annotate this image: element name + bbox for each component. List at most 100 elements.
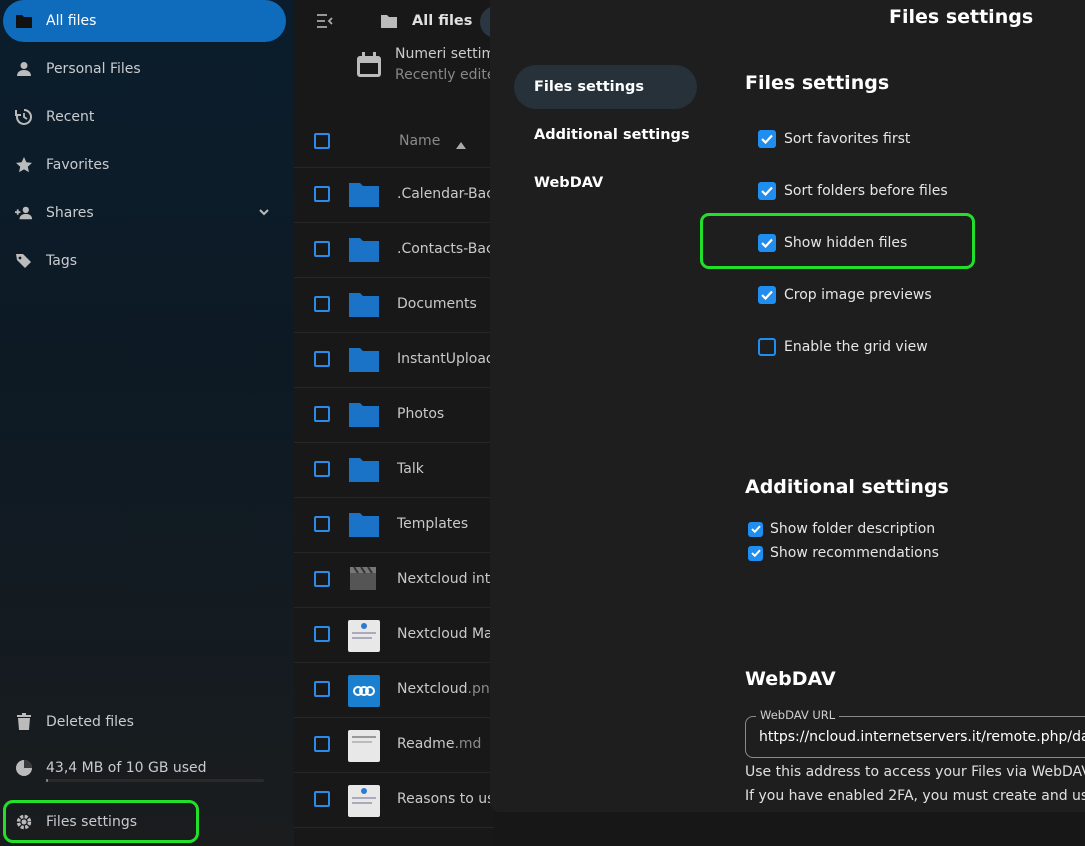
file-row[interactable]: Nextcloud.png (294, 663, 499, 718)
column-name-header[interactable]: Name (399, 133, 440, 149)
file-row[interactable]: InstantUpload (294, 333, 495, 388)
nav-quota: 43,4 MB of 10 GB used (0, 747, 286, 789)
checkbox-label: Sort folders before files (784, 183, 948, 199)
file-name[interactable]: Reasons to use (397, 791, 503, 807)
tag-icon (15, 252, 33, 270)
highlight-outline (700, 213, 975, 269)
row-select-checkbox[interactable] (314, 791, 330, 807)
file-basename: Nextcloud intr (397, 571, 496, 587)
person-icon (15, 60, 33, 78)
file-name[interactable]: .Contacts-Back (397, 241, 502, 257)
video-icon (348, 565, 380, 597)
file-row[interactable]: .Calendar-Bac (294, 168, 494, 223)
webdav-url-field[interactable]: WebDAV URL https://ncloud.internetserver… (745, 708, 1085, 758)
file-list: All files Numeri settim Recently edite N… (294, 0, 503, 846)
file-name[interactable]: Nextcloud intr (397, 571, 496, 587)
file-row[interactable]: Nextcloud Ma (294, 608, 494, 663)
nav-tags[interactable]: Tags (0, 240, 286, 282)
checkbox-label: Sort favorites first (784, 131, 911, 147)
file-row[interactable]: Nextcloud intr (294, 553, 496, 608)
nav-recent[interactable]: Recent (0, 96, 286, 138)
file-row[interactable]: Talk (294, 443, 494, 498)
checkbox-enable-grid-view[interactable]: Enable the grid view (758, 338, 928, 356)
document-icon (348, 785, 380, 817)
checkbox-checked-icon (758, 130, 776, 148)
row-select-checkbox[interactable] (314, 186, 330, 202)
checkbox-checked-icon (758, 286, 776, 304)
file-row[interactable]: .Contacts-Back (294, 223, 502, 278)
checkbox-show-recommendations[interactable]: Show recommendations (748, 545, 939, 561)
file-name[interactable]: .Calendar-Bac (397, 186, 494, 202)
row-select-checkbox[interactable] (314, 736, 330, 752)
row-select-checkbox[interactable] (314, 681, 330, 697)
file-name[interactable]: Nextcloud.png (397, 681, 499, 697)
section-title-files-settings: Files settings (745, 72, 890, 94)
file-name[interactable]: Photos (397, 406, 444, 422)
row-select-checkbox[interactable] (314, 571, 330, 587)
text-file-icon (348, 730, 380, 762)
settings-nav-webdav[interactable]: WebDAV (514, 161, 697, 205)
file-row[interactable]: Photos (294, 388, 494, 443)
file-row[interactable]: Reasons to use (294, 773, 503, 828)
settings-nav-label: Files settings (534, 79, 644, 95)
sort-ascending-icon[interactable] (456, 137, 466, 153)
file-basename: Nextcloud Ma (397, 626, 493, 642)
file-basename: Nextcloud (397, 681, 468, 697)
file-row[interactable]: Readme.md (294, 718, 494, 773)
file-name[interactable]: Templates (397, 516, 468, 532)
chevron-down-icon[interactable] (258, 206, 270, 222)
recommendation-card[interactable]: Numeri settim Recently edite (354, 46, 496, 90)
file-name[interactable]: InstantUpload (397, 351, 495, 367)
checkbox-label: Enable the grid view (784, 339, 928, 355)
file-name[interactable]: Documents (397, 296, 477, 312)
settings-nav-label: WebDAV (534, 175, 604, 191)
select-all-checkbox[interactable] (314, 133, 330, 149)
nav-label: Recent (46, 109, 95, 125)
file-row[interactable]: Templates (294, 498, 494, 553)
row-select-checkbox[interactable] (314, 296, 330, 312)
row-select-checkbox[interactable] (314, 516, 330, 532)
folder-icon (348, 345, 380, 377)
nav-shares[interactable]: Shares (0, 192, 286, 234)
nav-all-files[interactable]: All files (3, 0, 286, 42)
file-name[interactable]: Readme.md (397, 736, 481, 752)
nav-label: Deleted files (46, 714, 134, 730)
file-basename: Talk (397, 461, 424, 477)
checkbox-unchecked-icon (758, 338, 776, 356)
file-row[interactable]: Documents (294, 278, 494, 333)
nav-personal-files[interactable]: Personal Files (0, 48, 286, 90)
folder-icon (348, 235, 380, 267)
nav-label: Favorites (46, 157, 110, 173)
settings-nav-additional-settings[interactable]: Additional settings (514, 113, 697, 157)
file-basename: InstantUpload (397, 351, 495, 367)
file-basename: Documents (397, 296, 477, 312)
checkbox-sort-folders-before-files[interactable]: Sort folders before files (758, 182, 948, 200)
checkbox-label: Crop image previews (784, 287, 932, 303)
folder-icon (348, 290, 380, 322)
folder-icon (348, 400, 380, 432)
recommendation-title: Numeri settim (395, 46, 496, 62)
nav-favorites[interactable]: Favorites (0, 144, 286, 186)
row-select-checkbox[interactable] (314, 406, 330, 422)
row-select-checkbox[interactable] (314, 351, 330, 367)
folder-icon (348, 510, 380, 542)
image-icon (348, 675, 380, 707)
row-select-checkbox[interactable] (314, 241, 330, 257)
row-select-checkbox[interactable] (314, 461, 330, 477)
folder-icon (15, 12, 33, 30)
checkbox-crop-image-previews[interactable]: Crop image previews (758, 286, 932, 304)
toggle-navigation-icon[interactable] (316, 14, 334, 32)
file-name[interactable]: Talk (397, 461, 424, 477)
webdav-help-link[interactable]: Use this address to access your Files vi… (745, 764, 1085, 780)
file-name[interactable]: Nextcloud Ma (397, 626, 493, 642)
nav-label: Personal Files (46, 61, 141, 77)
row-select-checkbox[interactable] (314, 626, 330, 642)
nav-deleted-files[interactable]: Deleted files (0, 701, 286, 743)
settings-nav-files-settings[interactable]: Files settings (514, 65, 697, 109)
checkbox-sort-favorites-first[interactable]: Sort favorites first (758, 130, 910, 148)
breadcrumb[interactable]: All files (412, 13, 472, 29)
highlight-outline (3, 800, 199, 843)
checkbox-show-folder-description[interactable]: Show folder description (748, 521, 935, 537)
quota-text: 43,4 MB of 10 GB used (46, 760, 207, 776)
webdav-url-value[interactable]: https://ncloud.internetservers.it/remote… (759, 729, 1085, 745)
